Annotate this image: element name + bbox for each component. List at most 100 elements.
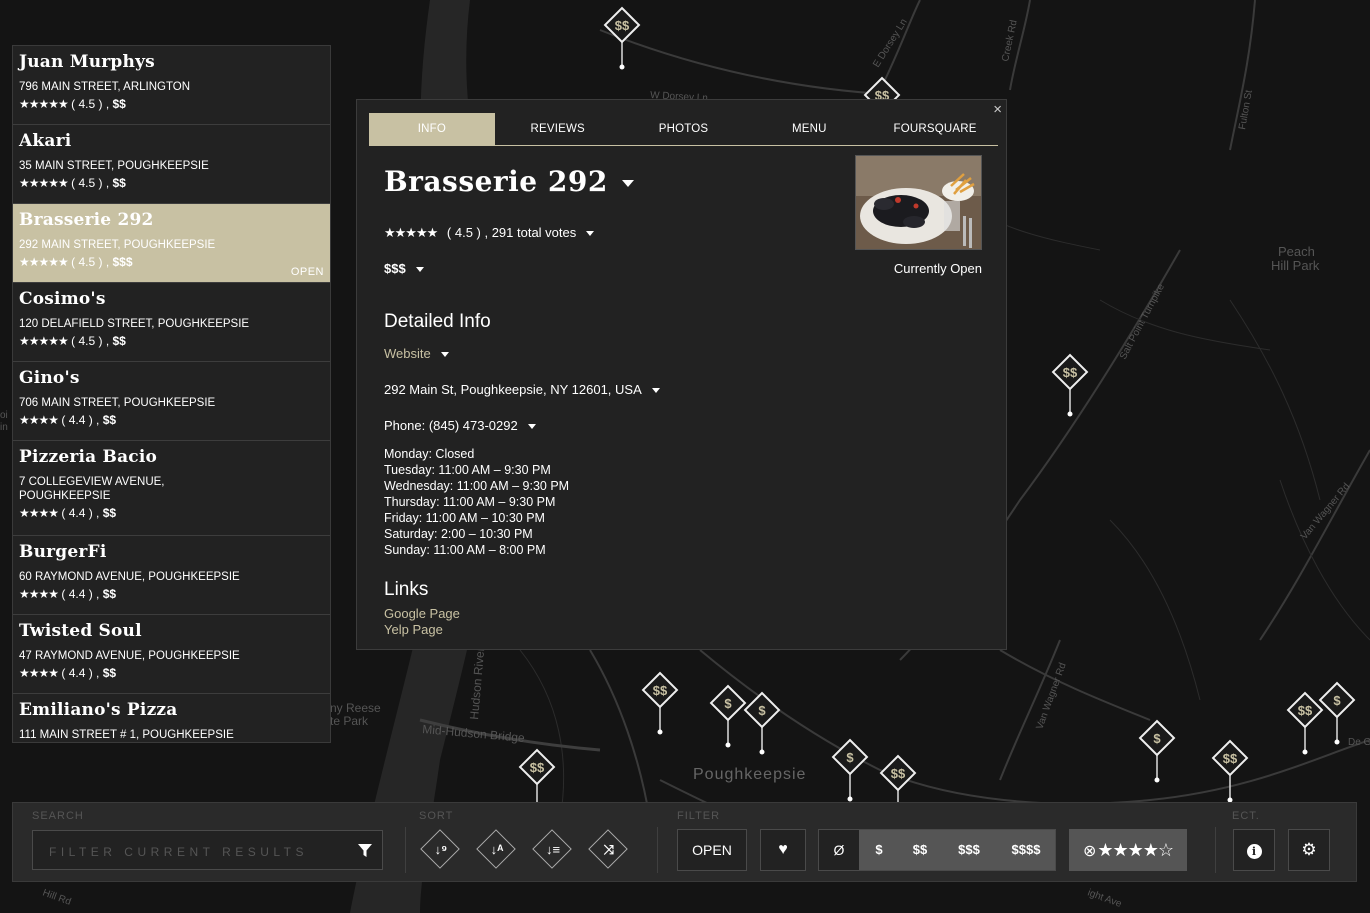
- svg-text:in: in: [0, 422, 8, 433]
- google-page-link[interactable]: Google Page: [384, 606, 460, 622]
- website-link[interactable]: Website: [384, 346, 431, 361]
- website-row: Website: [384, 346, 449, 361]
- favorites-button[interactable]: ♥: [760, 829, 806, 871]
- sort-numeric-icon: ↓⁹: [434, 842, 448, 857]
- result-rating: ( 4.5 ) ,: [71, 334, 110, 348]
- map-label-reese-park: ny Reese: [330, 701, 381, 715]
- sort-amount-button[interactable]: ↓≡: [532, 829, 572, 869]
- result-address: 35 MAIN STREET, POUGHKEEPSIE: [19, 160, 209, 172]
- result-name: BurgerFi: [19, 542, 107, 562]
- tab-foursquare[interactable]: FOURSQUARE: [872, 113, 998, 145]
- star-rating-filter[interactable]: ⊗ ★★★★☆: [1069, 829, 1187, 871]
- result-price: $$: [112, 176, 126, 190]
- star-rating-icon: ★★★★☆: [1097, 840, 1174, 860]
- result-item[interactable]: Cosimo's 120 DELAFIELD STREET, POUGHKEEPS…: [13, 283, 330, 362]
- sort-amount-icon: ↓≡: [545, 842, 561, 857]
- etc-section-label: ECT.: [1232, 810, 1260, 822]
- settings-button[interactable]: ⚙: [1288, 829, 1330, 871]
- phone-row: Phone: (845) 473-0292: [384, 418, 536, 433]
- result-price: $$: [112, 334, 126, 348]
- result-meta: ★★★★ ( 4.4 ) , $$: [19, 586, 324, 602]
- map-label-poughkeepsie: Poughkeepsie: [693, 766, 806, 783]
- price-1-button[interactable]: $: [859, 830, 899, 870]
- rating-stars-icon: ★★★★★: [19, 176, 69, 190]
- result-address: 60 RAYMOND AVENUE, POUGHKEEPSIE: [19, 571, 240, 583]
- result-item[interactable]: Emiliano's Pizza 111 MAIN STREET # 1, POU…: [13, 694, 330, 742]
- result-item[interactable]: Juan Murphys 796 MAIN STREET, ARLINGTON ★★…: [13, 46, 330, 125]
- map-marker-label: $: [846, 750, 854, 765]
- address-row: 292 Main St, Poughkeepsie, NY 12601, USA: [384, 382, 660, 397]
- open-now-button[interactable]: OPEN: [677, 829, 747, 871]
- rating-stars-icon: ★★★★★: [19, 334, 69, 348]
- results-list[interactable]: Juan Murphys 796 MAIN STREET, ARLINGTON ★★…: [12, 45, 331, 743]
- map-marker-label: $: [1153, 731, 1161, 746]
- result-item[interactable]: Twisted Soul 47 RAYMOND AVENUE, POUGHKEEP…: [13, 615, 330, 694]
- result-name: Cosimo's: [19, 289, 106, 309]
- info-button[interactable]: i: [1233, 829, 1275, 871]
- search-box[interactable]: [32, 830, 383, 870]
- divider: [657, 827, 658, 873]
- chevron-down-icon[interactable]: [527, 424, 536, 430]
- detailed-info-heading: Detailed Info: [384, 311, 491, 332]
- svg-text:oi: oi: [0, 410, 8, 421]
- result-item[interactable]: Pizzeria Bacio 7 COLLEGEVIEW AVENUE, POUG…: [13, 441, 330, 536]
- hours-line: Friday: 11:00 AM – 10:30 PM: [384, 511, 545, 525]
- chevron-down-icon[interactable]: [651, 388, 660, 394]
- result-item[interactable]: Brasserie 292 292 MAIN STREET, POUGHKEEPS…: [13, 204, 330, 283]
- result-name: Pizzeria Bacio: [19, 447, 158, 467]
- chevron-down-icon[interactable]: [440, 352, 449, 358]
- tab-info[interactable]: INFO: [369, 113, 495, 145]
- sort-alpha-button[interactable]: ↓ᴬ: [476, 829, 516, 869]
- result-rating: ( 4.5 ) ,: [71, 176, 110, 190]
- map-marker-label: $$: [1223, 751, 1238, 766]
- chevron-down-icon[interactable]: [415, 267, 424, 273]
- map-label-reese-park: te Park: [330, 714, 369, 728]
- tab-reviews[interactable]: REVIEWS: [495, 113, 621, 145]
- map-label-peach-hill-park: Hill Park: [1271, 258, 1320, 273]
- result-address: 796 MAIN STREET, ARLINGTON: [19, 81, 191, 93]
- price-2-button[interactable]: $$: [899, 830, 941, 870]
- result-item[interactable]: Gino's 706 MAIN STREET, POUGHKEEPSIE ★★★★ …: [13, 362, 330, 441]
- price-3-button[interactable]: $$$: [941, 830, 997, 870]
- chevron-down-icon[interactable]: [621, 180, 634, 187]
- open-status: Currently Open: [893, 261, 982, 276]
- search-section-label: SEARCH: [32, 810, 84, 822]
- rating-stars-icon: ★★★★: [19, 506, 59, 520]
- result-meta: ★★★★ ( 4.4 ) , $$: [19, 665, 324, 681]
- price-4-button[interactable]: $$$$: [997, 830, 1055, 870]
- yelp-page-link[interactable]: Yelp Page: [384, 622, 460, 638]
- heart-icon: ♥: [778, 841, 788, 858]
- shuffle-button[interactable]: ⤨: [588, 829, 628, 869]
- rating-text: ( 4.5 ) , 291 total votes: [446, 225, 577, 240]
- rating-stars-icon: ★★★★: [19, 666, 59, 680]
- rating-stars-icon: ★★★★: [19, 413, 59, 427]
- filter-section-label: FILTER: [677, 810, 721, 822]
- tab-menu[interactable]: MENU: [746, 113, 872, 145]
- sort-numeric-button[interactable]: ↓⁹: [420, 829, 460, 869]
- map-label-peach-hill-park: Peach: [1278, 244, 1315, 259]
- gear-icon: ⚙: [1301, 840, 1317, 859]
- filter-funnel-icon[interactable]: [358, 844, 372, 858]
- map-marker-label: $$: [653, 683, 668, 698]
- result-meta: ★★★★★ ( 4.5 ) , $$: [19, 333, 324, 349]
- result-address: 7 COLLEGEVIEW AVENUE, POUGHKEEPSIE: [19, 476, 165, 502]
- links-heading: Links: [384, 579, 429, 600]
- result-item[interactable]: Akari 35 MAIN STREET, POUGHKEEPSIE ★★★★★ (…: [13, 125, 330, 204]
- result-rating: ( 4.4 ) ,: [61, 666, 100, 680]
- place-photo[interactable]: [855, 155, 982, 250]
- clear-icon[interactable]: ⊗: [1083, 843, 1096, 860]
- place-name: Brasserie 292: [384, 165, 608, 198]
- price-row: $$$: [384, 261, 424, 276]
- hours-line: Wednesday: 11:00 AM – 9:30 PM: [384, 479, 570, 493]
- svg-text:De Ga: De Ga: [1348, 737, 1370, 748]
- chevron-down-icon[interactable]: [586, 231, 595, 237]
- price-filter[interactable]: Ø $ $$ $$$ $$$$: [818, 829, 1056, 871]
- result-rating: ( 4.5 ) ,: [71, 97, 110, 111]
- map-marker-label: $$: [1298, 703, 1313, 718]
- result-item[interactable]: BurgerFi 60 RAYMOND AVENUE, POUGHKEEPSIE ★…: [13, 536, 330, 615]
- shuffle-icon: ⤨: [603, 842, 615, 857]
- search-input[interactable]: [47, 841, 351, 863]
- tab-photos[interactable]: PHOTOS: [621, 113, 747, 145]
- price-none-button[interactable]: Ø: [819, 830, 859, 870]
- place-phone: Phone: (845) 473-0292: [384, 418, 518, 433]
